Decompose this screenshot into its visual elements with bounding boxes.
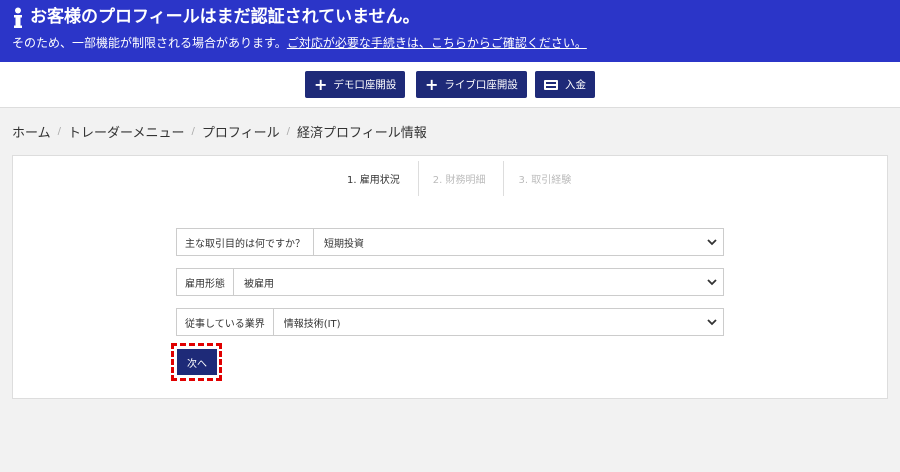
employment-type-label: 雇用形態	[177, 269, 234, 295]
action-bar: + デモ口座開設 + ライブ口座開設 入金	[0, 62, 900, 108]
industry-label: 従事している業界	[177, 309, 274, 335]
employment-type-select[interactable]: 雇用形態 被雇用	[176, 268, 724, 296]
notice-body: そのため、一部機能が制限される場合があります。ご対応が必要な手続きは、こちらから…	[12, 35, 587, 51]
chevron-down-icon	[707, 279, 717, 286]
employment-type-value: 被雇用	[244, 278, 274, 290]
credit-card-icon	[544, 79, 558, 90]
chevron-down-icon	[707, 319, 717, 326]
trading-purpose-value: 短期投資	[324, 238, 364, 250]
breadcrumb-home[interactable]: ホーム	[12, 122, 51, 141]
step-trading-experience: 3. 取引経験	[503, 161, 589, 196]
open-live-account-label: ライブ口座開設	[444, 79, 518, 91]
breadcrumb: ホーム / トレーダーメニュー / プロフィール / 経済プロフィール情報	[12, 122, 427, 141]
step-financial: 2. 財務明細	[417, 161, 504, 196]
notice-link[interactable]: ご対応が必要な手続きは、こちらからご確認ください。	[287, 36, 587, 50]
industry-value: 情報技術(IT)	[283, 318, 341, 330]
profile-form-panel: 1. 雇用状況 2. 財務明細 3. 取引経験 主な取引目的は何ですか？ 短期投…	[12, 155, 888, 399]
notice-text: そのため、一部機能が制限される場合があります。	[12, 36, 287, 50]
open-demo-account-button[interactable]: + デモ口座開設	[305, 71, 406, 98]
deposit-button[interactable]: 入金	[535, 71, 595, 98]
step-indicator: 1. 雇用状況 2. 財務明細 3. 取引経験	[333, 161, 589, 196]
deposit-label: 入金	[565, 79, 586, 91]
step-employment: 1. 雇用状況	[347, 175, 400, 186]
plus-icon: +	[314, 74, 328, 94]
breadcrumb-separator: /	[191, 126, 195, 137]
breadcrumb-separator: /	[57, 126, 61, 137]
open-demo-account-label: デモ口座開設	[333, 79, 397, 91]
trading-purpose-label: 主な取引目的は何ですか？	[177, 229, 314, 255]
chevron-down-icon	[707, 239, 717, 246]
verification-notice: お客様のプロフィールはまだ認証されていません。 そのため、一部機能が制限される場…	[0, 0, 900, 62]
open-live-account-button[interactable]: + ライブ口座開設	[416, 71, 527, 98]
next-button[interactable]: 次へ	[177, 349, 217, 375]
industry-select[interactable]: 従事している業界 情報技術(IT)	[176, 308, 724, 336]
trading-purpose-select[interactable]: 主な取引目的は何ですか？ 短期投資	[176, 228, 724, 256]
plus-icon: +	[425, 74, 439, 94]
info-icon	[14, 7, 22, 28]
breadcrumb-profile[interactable]: プロフィール	[202, 122, 280, 141]
breadcrumb-economic-profile: 経済プロフィール情報	[296, 126, 427, 141]
breadcrumb-separator: /	[286, 126, 290, 137]
notice-title: お客様のプロフィールはまだ認証されていません。	[30, 7, 420, 27]
breadcrumb-trader-menu[interactable]: トレーダーメニュー	[68, 122, 184, 141]
